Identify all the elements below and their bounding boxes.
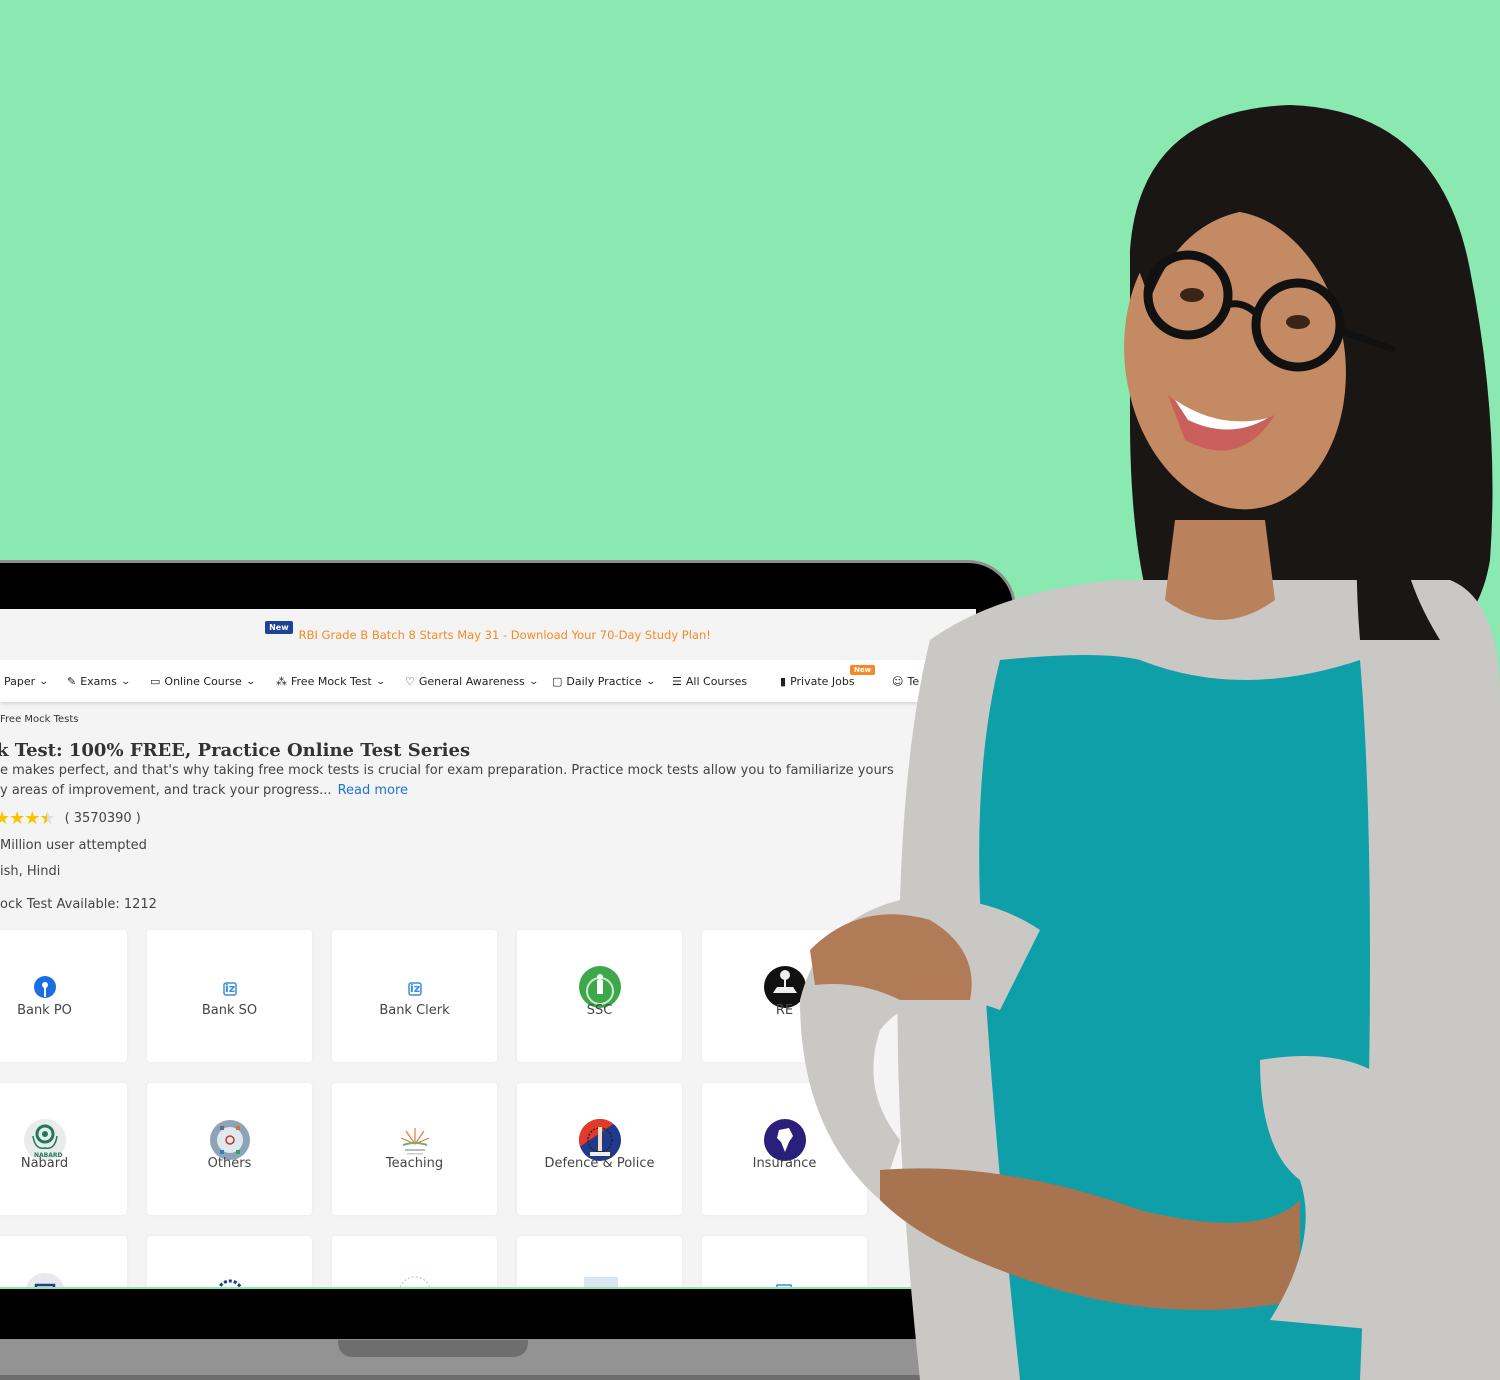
nav-label: Te — [907, 675, 920, 688]
chevron-down-icon: ⌄ — [528, 676, 539, 687]
partial-logo-icon — [763, 1271, 807, 1287]
chevron-down-icon: ⌄ — [38, 676, 50, 687]
category-label: Insurance — [752, 1156, 817, 1171]
note-icon: ▢ — [552, 675, 563, 688]
glasses-right-lens — [1251, 278, 1345, 372]
category-card-bank-clerk[interactable]: iz Bank Clerk — [332, 930, 497, 1062]
announcement-text[interactable]: RBI Grade B Batch 8 Starts May 31 - Down… — [299, 628, 711, 642]
mock-tests-available: ock Test Available: 1212 — [0, 897, 157, 912]
nav-label: Free Mock Test — [291, 675, 372, 688]
nav-item-general-awareness[interactable]: ♡ General Awareness ⌄ — [405, 675, 539, 688]
category-card-nabard[interactable]: NABARD Nabard — [0, 1083, 127, 1215]
main-nav: Paper ⌄ ✎ Exams ⌄ ▭ Online Course ⌄ ⁂ Free Moc… — [0, 660, 976, 702]
list-icon: ☰ — [672, 675, 682, 688]
category-label: Bank Clerk — [379, 1003, 450, 1018]
glasses-left-lens — [1143, 250, 1233, 340]
nav-label: Online Course — [164, 675, 242, 688]
category-card[interactable] — [0, 1236, 127, 1287]
languages: ish, Hindi — [0, 864, 61, 879]
edit-icon: ✎ — [67, 675, 77, 688]
category-label: Nabard — [20, 1156, 69, 1171]
briefcase-icon: ▮ — [780, 675, 787, 688]
hair — [1130, 105, 1493, 640]
lightbulb-icon: ♡ — [405, 675, 415, 688]
glasses-bridge — [1225, 300, 1261, 318]
category-label: RE — [775, 1003, 794, 1018]
nav-label: All Courses — [685, 675, 748, 688]
category-card-insurance[interactable]: Insurance — [702, 1083, 867, 1215]
nav-item-paper[interactable]: Paper ⌄ — [4, 675, 50, 688]
page-title: k Test: 100% FREE, Practice Online Test … — [0, 740, 471, 761]
cubes-icon: ⁂ — [276, 675, 287, 688]
chevron-down-icon: ⌄ — [245, 676, 256, 687]
read-more-link[interactable]: Read more — [338, 783, 408, 798]
partial-logo-icon — [208, 1271, 252, 1287]
announcement-bar[interactable]: New RBI Grade B Batch 8 Starts May 31 - … — [0, 609, 976, 660]
nav-label: Private Jobs — [790, 675, 855, 688]
category-card-others[interactable]: Others — [147, 1083, 312, 1215]
category-card[interactable] — [147, 1236, 312, 1287]
category-label: Defence & Police — [544, 1156, 655, 1171]
rating: ★★★★ ( 3570390 ) — [0, 808, 141, 829]
page-description: e makes perfect, and that's why taking f… — [0, 761, 894, 801]
hair-front — [1135, 150, 1370, 300]
partial-logo-icon — [23, 1271, 67, 1287]
mouth — [1168, 395, 1275, 451]
nav-item-te[interactable]: ☺ Te — [892, 675, 919, 688]
laptop-icon: ▭ — [150, 675, 161, 688]
face — [1124, 210, 1346, 510]
category-label: Bank PO — [17, 1003, 72, 1018]
irdai-logo-icon: IRDAI — [578, 1271, 622, 1287]
category-card[interactable]: IRDAI — [517, 1236, 682, 1287]
category-card[interactable] — [702, 1236, 867, 1287]
nav-item-online-course[interactable]: ▭ Online Course ⌄ — [150, 675, 256, 688]
category-label: SSC — [586, 1003, 613, 1018]
right-arm-sleeve — [1260, 1056, 1425, 1330]
description-line: e makes perfect, and that's why taking f… — [0, 763, 894, 778]
nav-item-daily-practice[interactable]: ▢ Daily Practice ⌄ — [552, 675, 656, 688]
nav-label: Exams — [80, 675, 117, 688]
teal-top — [979, 655, 1370, 1380]
svg-text:iz: iz — [225, 982, 235, 995]
laptop-base-edge — [0, 1375, 1000, 1380]
category-label: Teaching — [385, 1156, 444, 1171]
nav-item-exams[interactable]: ✎ Exams ⌄ — [67, 675, 131, 688]
smile-icon: ☺ — [892, 675, 904, 688]
nav-label: Paper — [4, 675, 36, 688]
partial-logo-icon — [393, 1271, 437, 1287]
neck — [1165, 520, 1275, 620]
category-card-defence-police[interactable]: Defence & Police — [517, 1083, 682, 1215]
nav-item-all-courses[interactable]: ☰ All Courses — [672, 675, 747, 688]
laptop-notch — [338, 1340, 528, 1357]
chevron-down-icon: ⌄ — [645, 676, 656, 687]
chevron-down-icon: ⌄ — [375, 676, 386, 687]
laptop-screen: New RBI Grade B Batch 8 Starts May 31 - … — [0, 609, 976, 1289]
teeth — [1175, 400, 1268, 430]
nav-item-free-mock-test[interactable]: ⁂ Free Mock Test ⌄ — [276, 675, 386, 688]
category-card[interactable] — [332, 1236, 497, 1287]
nav-label: General Awareness — [418, 675, 525, 688]
category-label: Bank SO — [201, 1003, 258, 1018]
category-card-bank-po[interactable]: Bank PO — [0, 930, 127, 1062]
chevron-down-icon: ⌄ — [120, 676, 131, 687]
eye-left — [1180, 288, 1204, 302]
category-card-rbi[interactable]: RE — [702, 930, 867, 1062]
glasses-arm — [1336, 326, 1397, 354]
category-card-bank-so[interactable]: iz Bank SO — [147, 930, 312, 1062]
description-line: y areas of improvement, and track your p… — [0, 783, 332, 798]
breadcrumb[interactable]: Free Mock Tests — [0, 714, 79, 725]
users-attempted: Million user attempted — [0, 838, 147, 853]
nav-label: Daily Practice — [566, 675, 642, 688]
star-rating-icon: ★★★★ — [0, 808, 56, 829]
nav-item-private-jobs[interactable]: ▮ Private Jobs — [780, 675, 855, 688]
private-jobs-new-badge: New — [850, 665, 876, 675]
category-card-teaching[interactable]: Teaching — [332, 1083, 497, 1215]
new-badge: New — [265, 621, 293, 634]
category-label: Others — [207, 1156, 252, 1171]
rating-count: ( 3570390 ) — [64, 811, 141, 826]
eye-right — [1286, 315, 1310, 329]
hair-side — [1356, 250, 1440, 640]
svg-text:iz: iz — [410, 982, 420, 995]
category-card-ssc[interactable]: SSC — [517, 930, 682, 1062]
